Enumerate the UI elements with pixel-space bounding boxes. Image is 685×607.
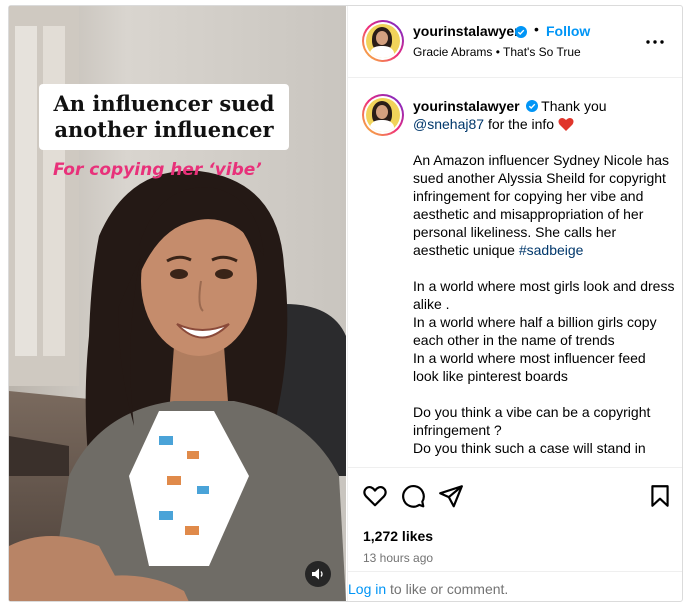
avatar-image <box>366 24 400 58</box>
share-icon <box>439 485 463 508</box>
save-button[interactable] <box>647 483 673 509</box>
post-embed: An influencer sued another influencer Fo… <box>8 5 683 602</box>
more-options-button[interactable] <box>643 30 667 54</box>
audio-attribution[interactable]: Gracie Abrams • That's So True <box>413 45 581 59</box>
post-header: yourinstalawyer • Follow Gracie Abrams •… <box>348 6 682 78</box>
mention-link[interactable]: @snehaj87 <box>413 116 484 132</box>
caption-for-info: for the info <box>487 116 555 132</box>
caption-paragraph-2: In a world where most girls look and dre… <box>413 278 675 384</box>
post-video[interactable]: An influencer sued another influencer Fo… <box>9 6 346 601</box>
verified-badge-icon <box>515 26 527 38</box>
caption-greeting: Thank you <box>541 98 607 114</box>
bookmark-icon <box>651 485 669 507</box>
mute-button[interactable] <box>305 561 331 587</box>
share-button[interactable] <box>438 483 464 509</box>
like-button[interactable] <box>362 483 388 509</box>
post-timestamp[interactable]: 13 hours ago <box>363 551 433 565</box>
post-actions: 1,272 likes 13 hours ago Log in to like … <box>348 467 682 601</box>
avatar-image <box>366 98 400 132</box>
avatar[interactable] <box>362 20 404 62</box>
caption-text: yourinstalawyer Thank you @snehaj87 for … <box>413 97 675 457</box>
more-horizontal-icon <box>646 40 664 44</box>
caption-area: yourinstalawyer Thank you @snehaj87 for … <box>348 79 682 467</box>
username-link[interactable]: yourinstalawyer <box>413 23 520 39</box>
hashtag-link[interactable]: #sadbeige <box>519 242 584 258</box>
overlay-title-box: An influencer sued another influencer <box>39 84 289 150</box>
login-prompt: Log in to like or comment. <box>348 571 682 601</box>
caption-paragraph-1: An Amazon influencer Sydney Nicole has s… <box>413 151 675 259</box>
caption-username[interactable]: yourinstalawyer <box>413 98 520 114</box>
caption-paragraph-3: Do you think a vibe can be a copyright i… <box>413 404 651 456</box>
overlay-subtitle: For copying her ‘vibe’ <box>53 160 262 180</box>
caption-first-line: yourinstalawyer Thank you @snehaj87 for … <box>413 97 675 133</box>
post-side-panel: yourinstalawyer • Follow Gracie Abrams •… <box>347 6 682 601</box>
separator-dot: • <box>534 21 539 37</box>
comment-button[interactable] <box>400 483 426 509</box>
speaker-icon <box>312 568 323 580</box>
login-link[interactable]: Log in <box>348 581 386 597</box>
caption-avatar[interactable] <box>362 94 404 136</box>
red-heart-emoji-icon <box>558 117 574 131</box>
comment-icon <box>402 485 425 508</box>
heart-outline-icon <box>363 485 387 507</box>
likes-count[interactable]: 1,272 likes <box>363 528 433 544</box>
login-prompt-text: to like or comment. <box>386 581 509 597</box>
verified-badge-icon <box>525 100 538 112</box>
follow-button[interactable]: Follow <box>546 23 590 39</box>
overlay-title: An influencer sued another influencer <box>53 91 275 142</box>
